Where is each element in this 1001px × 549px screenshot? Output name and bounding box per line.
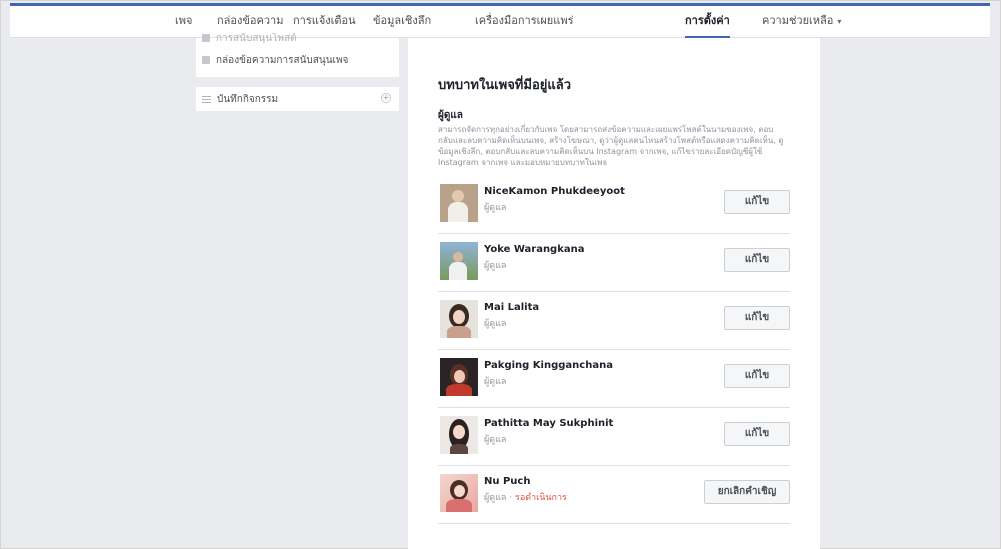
admin-name[interactable]: NiceKamon Phukdeeyoot — [484, 186, 625, 197]
edit-button[interactable]: แก้ไข — [724, 306, 790, 330]
nav-page[interactable]: เพจ — [175, 6, 192, 38]
sidebar-card-settings: การสนับสนุนโพสต์ กล่องข้อความการสนับสนุน… — [196, 33, 399, 77]
caret-down-icon: ▾ — [837, 17, 842, 26]
sidebar-item-label: บันทึกกิจกรรม — [217, 93, 279, 105]
admin-role-with-status: ผู้ดูแล · รอดำเนินการ — [484, 493, 567, 503]
admin-role: ผู้ดูแล — [484, 261, 507, 271]
page-title: บทบาทในเพจที่มีอยู่แล้ว — [438, 78, 572, 93]
page-roles-panel: บทบาทในเพจที่มีอยู่แล้ว ผู้ดูแล สามารถจั… — [408, 38, 820, 549]
nav-help[interactable]: ความช่วยเหลือ ▾ — [762, 6, 841, 38]
avatar[interactable] — [440, 416, 478, 454]
sidebar-item-support-inbox[interactable]: กล่องข้อความการสนับสนุนเพจ — [196, 49, 399, 71]
admin-name[interactable]: Nu Puch — [484, 476, 530, 487]
nav-settings[interactable]: การตั้งค่า — [685, 6, 730, 38]
edit-button[interactable]: แก้ไข — [724, 364, 790, 388]
admin-row: Pathitta May Sukphinit ผู้ดูแล แก้ไข — [438, 408, 790, 466]
admin-row: Yoke Warangkana ผู้ดูแล แก้ไข — [438, 234, 790, 292]
add-icon[interactable]: + — [381, 93, 391, 103]
admin-name[interactable]: Pathitta May Sukphinit — [484, 418, 613, 429]
admin-row: Pakging Kingganchana ผู้ดูแล แก้ไข — [438, 350, 790, 408]
pending-status: รอดำเนินการ — [515, 493, 567, 503]
admin-name[interactable]: Mai Lalita — [484, 302, 539, 313]
avatar[interactable] — [440, 300, 478, 338]
page-nav-bar: เพจ กล่องข้อความ การแจ้งเตือน ข้อมูลเชิง… — [10, 6, 990, 38]
sidebar-item-label: กล่องข้อความการสนับสนุนเพจ — [216, 54, 349, 66]
admin-row: Nu Puch ผู้ดูแล · รอดำเนินการ ยกเลิกคำเช… — [438, 466, 790, 524]
nav-help-label: ความช่วยเหลือ — [762, 14, 834, 27]
admin-role: ผู้ดูแล — [484, 319, 507, 329]
section-description: สามารถจัดการทุกอย่างเกี่ยวกับเพจ โดยสามา… — [438, 125, 784, 167]
inbox-icon — [202, 56, 210, 64]
sidebar-item-activity-log[interactable]: บันทึกกิจกรรม — [196, 87, 399, 111]
section-title-admin: ผู้ดูแล — [438, 110, 463, 121]
admin-role: ผู้ดูแล — [484, 377, 507, 387]
avatar[interactable] — [440, 474, 478, 512]
admin-role: ผู้ดูแล — [484, 203, 507, 213]
avatar[interactable] — [440, 358, 478, 396]
edit-button[interactable]: แก้ไข — [724, 248, 790, 272]
nav-publishing-tools[interactable]: เครื่องมือการเผยแพร่ — [475, 6, 574, 38]
sidebar-item-label: การสนับสนุนโพสต์ — [216, 33, 297, 43]
edit-button[interactable]: แก้ไข — [724, 190, 790, 214]
admin-row: Mai Lalita ผู้ดูแล แก้ไข — [438, 292, 790, 350]
admin-name[interactable]: Pakging Kingganchana — [484, 360, 613, 371]
list-icon — [202, 95, 211, 103]
edit-button[interactable]: แก้ไข — [724, 422, 790, 446]
admin-role: ผู้ดูแล — [484, 435, 507, 445]
avatar[interactable] — [440, 242, 478, 280]
boost-icon — [202, 34, 210, 42]
avatar[interactable] — [440, 184, 478, 222]
admin-role: ผู้ดูแล — [484, 493, 507, 503]
sidebar-card-activity: บันทึกกิจกรรม + — [196, 87, 399, 111]
sidebar-item-post-boost[interactable]: การสนับสนุนโพสต์ — [196, 33, 399, 43]
cancel-invite-button[interactable]: ยกเลิกคำเชิญ — [704, 480, 790, 504]
admin-row: NiceKamon Phukdeeyoot ผู้ดูแล แก้ไข — [438, 176, 790, 234]
admin-name[interactable]: Yoke Warangkana — [484, 244, 584, 255]
